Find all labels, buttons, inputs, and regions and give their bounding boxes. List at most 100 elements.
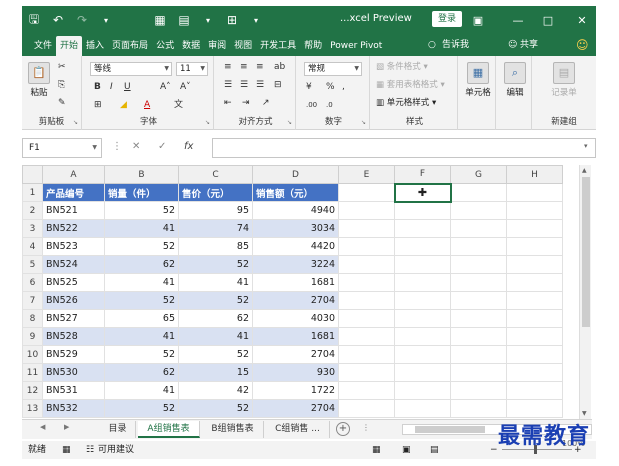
number-launcher-icon[interactable]: ↘ — [361, 119, 366, 126]
cell-sales[interactable]: 4940 — [252, 201, 339, 220]
increase-decimal-icon[interactable]: .00 — [306, 98, 317, 112]
row-header[interactable]: 12 — [22, 381, 43, 400]
cell[interactable] — [394, 201, 451, 220]
cell[interactable] — [450, 273, 507, 292]
cell[interactable] — [394, 255, 451, 274]
row-header[interactable]: 8 — [22, 309, 43, 328]
cell[interactable] — [450, 219, 507, 238]
cell[interactable] — [450, 363, 507, 382]
percent-icon[interactable]: % — [326, 80, 335, 94]
table-format-button[interactable]: ▦ 套用表格格式 ▾ — [376, 78, 445, 92]
cell[interactable] — [338, 219, 395, 238]
editing-button[interactable]: ⌕ 编辑 — [500, 62, 530, 98]
active-cell-f1[interactable]: ✚ — [393, 182, 452, 203]
align-middle-icon[interactable]: ≡ — [240, 60, 248, 74]
vertical-scrollbar[interactable]: ▲ ▼ — [579, 165, 591, 419]
tab-help[interactable]: 帮助 — [300, 36, 326, 56]
page-break-view-icon[interactable]: ▤ — [430, 441, 439, 459]
tab-data[interactable]: 数据 — [178, 36, 204, 56]
row-header[interactable]: 13 — [22, 399, 43, 418]
tab-page-layout[interactable]: 页面布局 — [108, 36, 152, 56]
row-header[interactable]: 6 — [22, 273, 43, 292]
cell[interactable] — [338, 381, 395, 400]
tab-file[interactable]: 文件 — [30, 36, 56, 56]
sheet-options-icon[interactable]: ⋮ — [362, 423, 370, 432]
column-header-e[interactable]: E — [338, 165, 395, 184]
cell-price[interactable]: 74 — [178, 219, 253, 238]
cell[interactable] — [506, 219, 563, 238]
cell-sales[interactable]: 4030 — [252, 309, 339, 328]
ribbon-display-icon[interactable]: ▣ — [464, 6, 492, 34]
cell-product-id[interactable]: BN531 — [42, 381, 105, 400]
clipboard-launcher-icon[interactable]: ↘ — [73, 119, 78, 126]
alignment-launcher-icon[interactable]: ↘ — [287, 119, 292, 126]
cell[interactable] — [506, 237, 563, 256]
row-header[interactable]: 4 — [22, 237, 43, 256]
cell[interactable] — [338, 345, 395, 364]
cell[interactable] — [338, 201, 395, 220]
dropdown-icon-2[interactable]: ▾ — [244, 6, 268, 34]
font-color-icon[interactable]: A — [144, 98, 150, 112]
cell[interactable] — [394, 219, 451, 238]
scroll-up-icon[interactable]: ▲ — [582, 167, 587, 174]
tab-home[interactable]: 开始 — [56, 36, 83, 56]
cell-sales[interactable]: 1722 — [252, 381, 339, 400]
cell[interactable] — [450, 237, 507, 256]
phonetic-icon[interactable]: 文 — [174, 98, 183, 112]
row-header[interactable]: 5 — [22, 255, 43, 274]
currency-icon[interactable]: ¥ — [306, 80, 312, 94]
tab-formulas[interactable]: 公式 — [152, 36, 178, 56]
tab-insert[interactable]: 插入 — [82, 36, 108, 56]
cell-sales[interactable]: 2704 — [252, 345, 339, 364]
zoom-out-icon[interactable]: − — [490, 441, 498, 459]
row-header[interactable]: 3 — [22, 219, 43, 238]
cell-price[interactable]: 52 — [178, 399, 253, 418]
cell-product-id[interactable]: BN529 — [42, 345, 105, 364]
header-cell-sales[interactable]: 销售额（元） — [252, 183, 339, 202]
comma-icon[interactable]: , — [342, 80, 345, 94]
share-button[interactable]: 共享 — [520, 37, 538, 53]
table-icon[interactable]: ▦ — [148, 6, 172, 34]
cell[interactable] — [506, 201, 563, 220]
header-cell-product-id[interactable]: 产品编号 — [42, 183, 105, 202]
tab-review[interactable]: 审阅 — [204, 36, 230, 56]
cell[interactable] — [338, 309, 395, 328]
cell[interactable] — [394, 237, 451, 256]
cell-price[interactable]: 15 — [178, 363, 253, 382]
sheet-tab-a[interactable]: A组销售表 — [138, 421, 200, 438]
cell[interactable] — [450, 345, 507, 364]
scroll-down-icon[interactable]: ▼ — [582, 410, 587, 417]
align-right-icon[interactable]: ☰ — [256, 78, 264, 92]
cell[interactable] — [394, 381, 451, 400]
column-header-g[interactable]: G — [450, 165, 507, 184]
grid-icon[interactable]: ⊞ — [220, 6, 244, 34]
cell[interactable] — [450, 183, 507, 202]
cell-quantity[interactable]: 62 — [104, 363, 179, 382]
align-top-icon[interactable]: ≡ — [224, 60, 232, 74]
cell[interactable] — [394, 273, 451, 292]
align-bottom-icon[interactable]: ≡ — [256, 60, 264, 74]
page-layout-view-icon[interactable]: ▣ — [402, 441, 411, 459]
font-name-select[interactable]: 等线 ▼ — [90, 62, 172, 76]
normal-view-icon[interactable]: ▦ — [372, 441, 381, 459]
close-icon[interactable]: ✕ — [568, 6, 596, 34]
font-size-select[interactable]: 11 ▼ — [176, 62, 208, 76]
form-icon[interactable]: ▤ — [172, 6, 196, 34]
decrease-indent-icon[interactable]: ⇤ — [224, 96, 232, 110]
cell-product-id[interactable]: BN528 — [42, 327, 105, 346]
cell-styles-button[interactable]: ▥ 单元格样式 ▾ — [376, 96, 436, 110]
cell[interactable] — [450, 327, 507, 346]
cell-product-id[interactable]: BN523 — [42, 237, 105, 256]
cell[interactable] — [338, 255, 395, 274]
row-header[interactable]: 9 — [22, 327, 43, 346]
cell-price[interactable]: 42 — [178, 381, 253, 400]
row-header[interactable]: 7 — [22, 291, 43, 310]
border-icon[interactable]: ⊞ — [94, 98, 102, 112]
save-icon[interactable]: 🖫 — [22, 6, 46, 34]
tab-developer[interactable]: 开发工具 — [256, 36, 300, 56]
cell-sales[interactable]: 4420 — [252, 237, 339, 256]
cell-price[interactable]: 62 — [178, 309, 253, 328]
cell[interactable] — [394, 363, 451, 382]
cell[interactable] — [450, 291, 507, 310]
cell[interactable] — [450, 201, 507, 220]
